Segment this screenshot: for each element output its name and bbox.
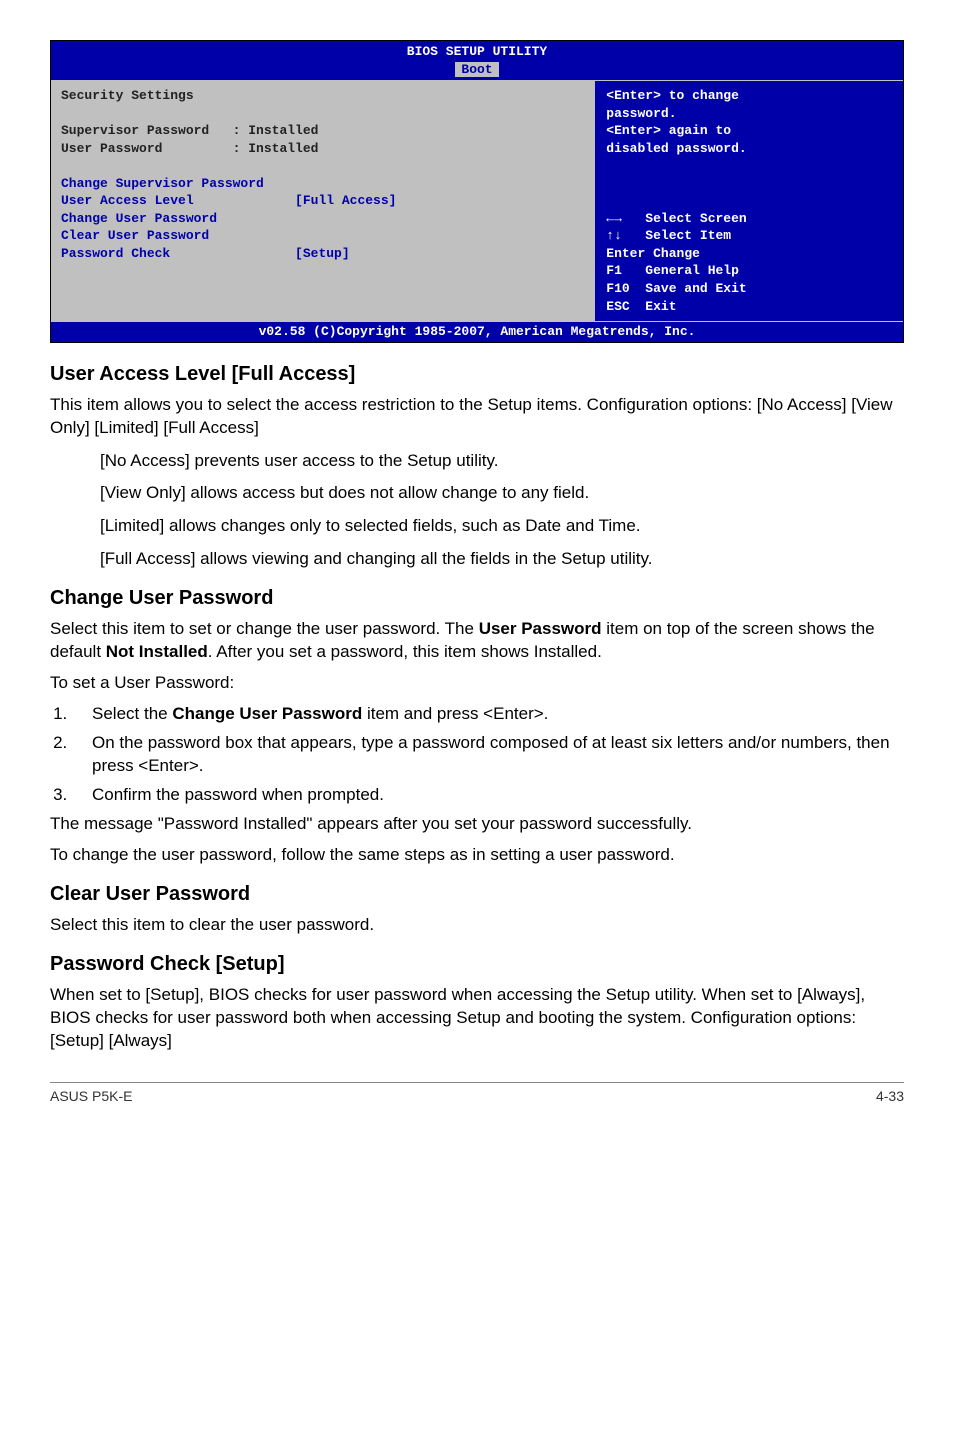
cup-description: Select this item to set or change the us… <box>50 618 904 664</box>
footer-product: ASUS P5K-E <box>50 1087 132 1106</box>
bios-nav-save-exit: Save and Exit <box>630 281 747 296</box>
bios-tab-boot: Boot <box>455 62 498 77</box>
bios-nav-change: Change <box>653 246 700 261</box>
ual-description: This item allows you to select the acces… <box>50 394 904 440</box>
bios-nav-select-screen: Select Screen <box>622 211 747 226</box>
arrows-ud-icon: ↑↓ <box>606 228 622 243</box>
bios-help-l4: disabled password. <box>606 141 746 156</box>
cup-success-msg: The message "Password Installed" appears… <box>50 813 904 836</box>
cup-p1-d: Not Installed <box>106 642 208 661</box>
arrows-lr-icon: ←→ <box>606 211 622 226</box>
bios-item-user-access-level-value: [Full Access] <box>295 193 396 208</box>
cup-to-set: To set a User Password: <box>50 672 904 695</box>
bios-item-user-access-level: User Access Level <box>61 193 194 208</box>
bios-sup-pw-value: : Installed <box>233 123 319 138</box>
pc-description: When set to [Setup], BIOS checks for use… <box>50 984 904 1053</box>
heading-clear-user-password: Clear User Password <box>50 881 904 908</box>
bios-main-panel: Security Settings Supervisor Password : … <box>51 81 596 321</box>
bios-item-change-sup-pw: Change Supervisor Password <box>61 176 264 191</box>
bios-title: BIOS SETUP UTILITY <box>51 41 903 61</box>
bios-help-l1: <Enter> to change <box>606 88 739 103</box>
bios-nav-exit: Exit <box>630 299 677 314</box>
bios-user-pw-value: : Installed <box>233 141 319 156</box>
bios-side-panel: <Enter> to change password. <Enter> agai… <box>596 81 903 321</box>
page-footer: ASUS P5K-E 4-33 <box>50 1082 904 1106</box>
cup-s1-b: Change User Password <box>172 704 362 723</box>
clr-description: Select this item to clear the user passw… <box>50 914 904 937</box>
bios-user-pw-label: User Password <box>61 141 162 156</box>
cup-p1-e: . After you set a password, this item sh… <box>208 642 602 661</box>
bios-nav-esc-key: ESC <box>606 299 629 314</box>
bios-nav-general-help: General Help <box>622 263 739 278</box>
ual-full-access: [Full Access] allows viewing and changin… <box>100 548 904 571</box>
bios-item-change-user-pw: Change User Password <box>61 211 217 226</box>
bios-nav-f1-key: F1 <box>606 263 622 278</box>
cup-s1-c: item and press <Enter>. <box>362 704 548 723</box>
ual-limited: [Limited] allows changes only to selecte… <box>100 515 904 538</box>
footer-page-number: 4-33 <box>876 1087 904 1106</box>
ual-no-access: [No Access] prevents user access to the … <box>100 450 904 473</box>
cup-step-1: Select the Change User Password item and… <box>72 703 904 726</box>
cup-steps-list: Select the Change User Password item and… <box>72 703 904 807</box>
bios-help-l3: <Enter> again to <box>606 123 731 138</box>
bios-item-password-check: Password Check <box>61 246 170 261</box>
bios-security-heading: Security Settings <box>61 88 194 103</box>
bios-copyright: v02.58 (C)Copyright 1985-2007, American … <box>51 321 903 342</box>
cup-p1-b: User Password <box>479 619 602 638</box>
cup-change-note: To change the user password, follow the … <box>50 844 904 867</box>
bios-sup-pw-label: Supervisor Password <box>61 123 209 138</box>
bios-item-password-check-value: [Setup] <box>295 246 350 261</box>
cup-step-3: Confirm the password when prompted. <box>72 784 904 807</box>
bios-nav-f10-key: F10 <box>606 281 629 296</box>
bios-help-l2: password. <box>606 106 676 121</box>
bios-item-clear-user-pw: Clear User Password <box>61 228 209 243</box>
bios-nav-enter-key: Enter <box>606 246 645 261</box>
heading-change-user-password: Change User Password <box>50 585 904 612</box>
cup-p1-a: Select this item to set or change the us… <box>50 619 479 638</box>
bios-nav-legend: ←→ Select Screen ↑↓ Select Item Enter Ch… <box>606 210 893 315</box>
ual-view-only: [View Only] allows access but does not a… <box>100 482 904 505</box>
heading-password-check: Password Check [Setup] <box>50 951 904 978</box>
bios-tab-bar: Boot <box>51 61 903 81</box>
bios-help-text: <Enter> to change password. <Enter> agai… <box>606 87 893 157</box>
bios-screenshot: BIOS SETUP UTILITY Boot Security Setting… <box>50 40 904 343</box>
cup-s1-a: Select the <box>92 704 172 723</box>
heading-user-access-level: User Access Level [Full Access] <box>50 361 904 388</box>
cup-step-2: On the password box that appears, type a… <box>72 732 904 778</box>
bios-nav-select-item: Select Item <box>622 228 731 243</box>
